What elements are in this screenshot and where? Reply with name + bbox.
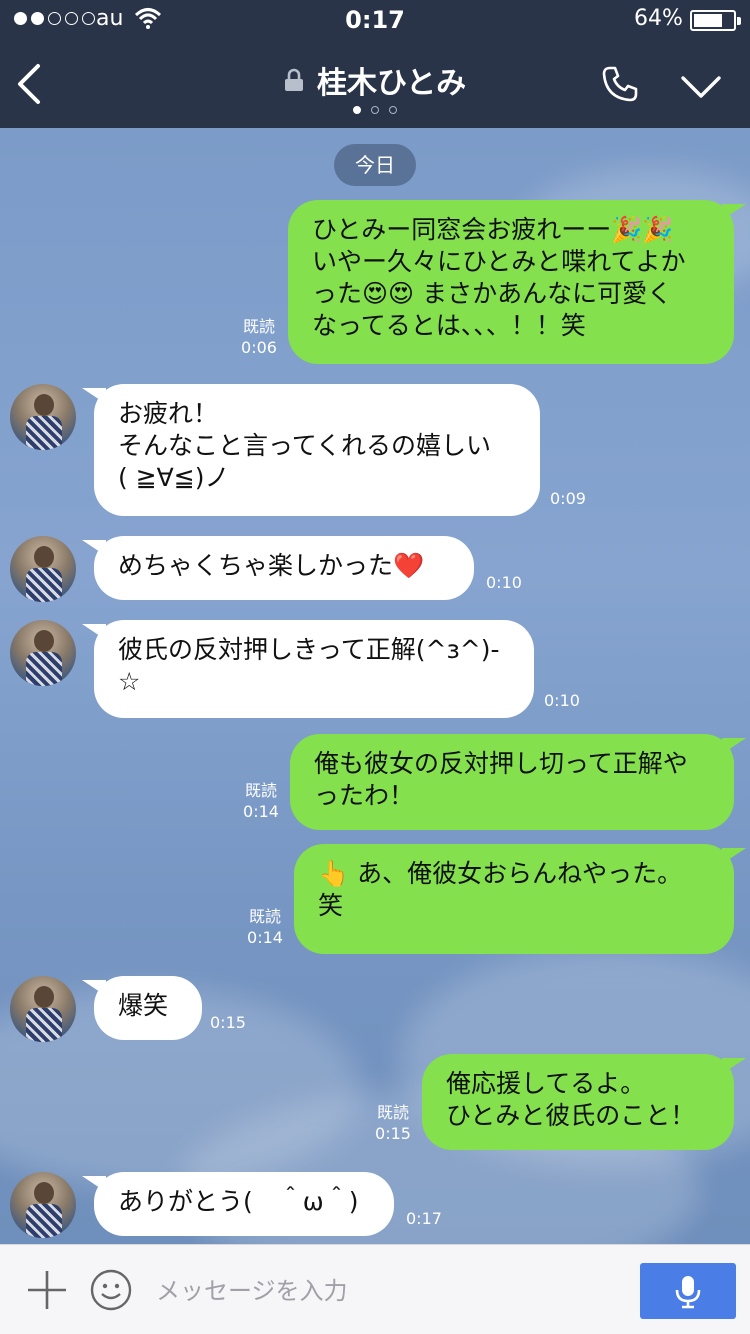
- read-receipt: 既読 0:14: [247, 907, 283, 947]
- message-bubble-received[interactable]: ありがとう( ＾ω＾): [82, 1172, 394, 1236]
- menu-chevron-down-icon[interactable]: [680, 74, 722, 100]
- date-separator: 今日: [334, 144, 416, 186]
- message-bubble-received[interactable]: 爆笑: [82, 976, 202, 1040]
- app-header: au 0:17 64% 桂木ひとみ: [0, 0, 750, 128]
- message-bubble-sent[interactable]: ひとみー同窓会お疲れーー🎉🎉 いやー久々にひとみと喋れてよか った😍😍 まさかあ…: [288, 200, 746, 364]
- message-line: ひとみと彼氏のこと！: [446, 1101, 696, 1130]
- message-line: お疲れ！: [118, 399, 219, 428]
- avatar[interactable]: [10, 384, 76, 450]
- message-time: 0:10: [486, 573, 522, 592]
- contact-name: 桂木ひとみ: [316, 66, 467, 101]
- message-line: 俺も彼女の反対押し切って正解や: [314, 749, 688, 778]
- message-bubble-sent[interactable]: 俺も彼女の反対押し切って正解や ったわ！: [290, 734, 746, 830]
- message-bubble-received[interactable]: めちゃくちゃ楽しかった❤️: [82, 536, 474, 600]
- message-time: 0:15: [210, 1013, 246, 1032]
- message-line: った😍😍 まさかあんなに可愛く: [312, 279, 673, 308]
- message-bubble-sent[interactable]: 俺応援してるよ。 ひとみと彼氏のこと！: [422, 1054, 746, 1150]
- message-bubble-received[interactable]: 彼氏の反対押しきって正解(^з^)- ☆: [82, 620, 534, 718]
- message-line: ☆: [118, 667, 141, 696]
- message-line: 俺応援してるよ。: [446, 1069, 646, 1098]
- emoji-icon[interactable]: [90, 1269, 132, 1311]
- message-line: ったわ！: [314, 781, 415, 810]
- battery-icon: [690, 10, 741, 31]
- message-line: ( ≧∀≦)ノ: [118, 463, 230, 492]
- message-line: めちゃくちゃ楽しかった❤️: [118, 551, 425, 580]
- avatar[interactable]: [10, 536, 76, 602]
- message-line: 笑: [318, 891, 344, 920]
- chat-area[interactable]: 今日 既読 0:06 ひとみー同窓会お疲れーー🎉🎉 いやー久々にひとみと喋れてよか…: [0, 128, 750, 1244]
- message-input[interactable]: [156, 1271, 616, 1311]
- read-receipt: 既読 0:14: [243, 781, 279, 821]
- battery-percent: 64%: [634, 6, 683, 31]
- message-input-bar: [0, 1244, 750, 1334]
- phone-icon[interactable]: [600, 64, 640, 104]
- voice-button[interactable]: [640, 1263, 736, 1319]
- message-line: いやー久々にひとみと喋れてよか: [312, 247, 686, 276]
- message-bubble-sent[interactable]: 👆 あ、俺彼女おらんねやった。 笑: [294, 844, 746, 954]
- message-bubble-received[interactable]: お疲れ！ そんなこと言ってくれるの嬉しい ( ≧∀≦)ノ: [82, 384, 540, 516]
- avatar[interactable]: [10, 976, 76, 1042]
- lock-icon: [284, 68, 303, 91]
- message-line: そんなこと言ってくれるの嬉しい: [118, 431, 492, 460]
- status-bar: au 0:17 64%: [0, 0, 750, 40]
- message-line: ありがとう( ＾ω＾): [118, 1187, 359, 1216]
- message-time: 0:17: [406, 1209, 442, 1228]
- message-time: 0:10: [544, 691, 580, 710]
- message-line: ひとみー同窓会お疲れーー🎉🎉: [312, 215, 674, 244]
- message-line: 👆 あ、俺彼女おらんねやった。: [318, 859, 683, 888]
- message-time: 0:09: [550, 489, 586, 508]
- page-indicator: [0, 106, 750, 114]
- avatar[interactable]: [10, 620, 76, 686]
- message-line: 爆笑: [118, 991, 169, 1020]
- message-line: なってるとは、、、！！笑: [312, 311, 586, 340]
- message-line: 彼氏の反対押しきって正解(^з^)-: [118, 635, 500, 664]
- avatar[interactable]: [10, 1172, 76, 1238]
- read-receipt: 既読 0:15: [375, 1103, 411, 1143]
- read-receipt: 既読 0:06: [241, 317, 277, 357]
- plus-icon[interactable]: [26, 1269, 68, 1311]
- microphone-icon: [675, 1276, 701, 1309]
